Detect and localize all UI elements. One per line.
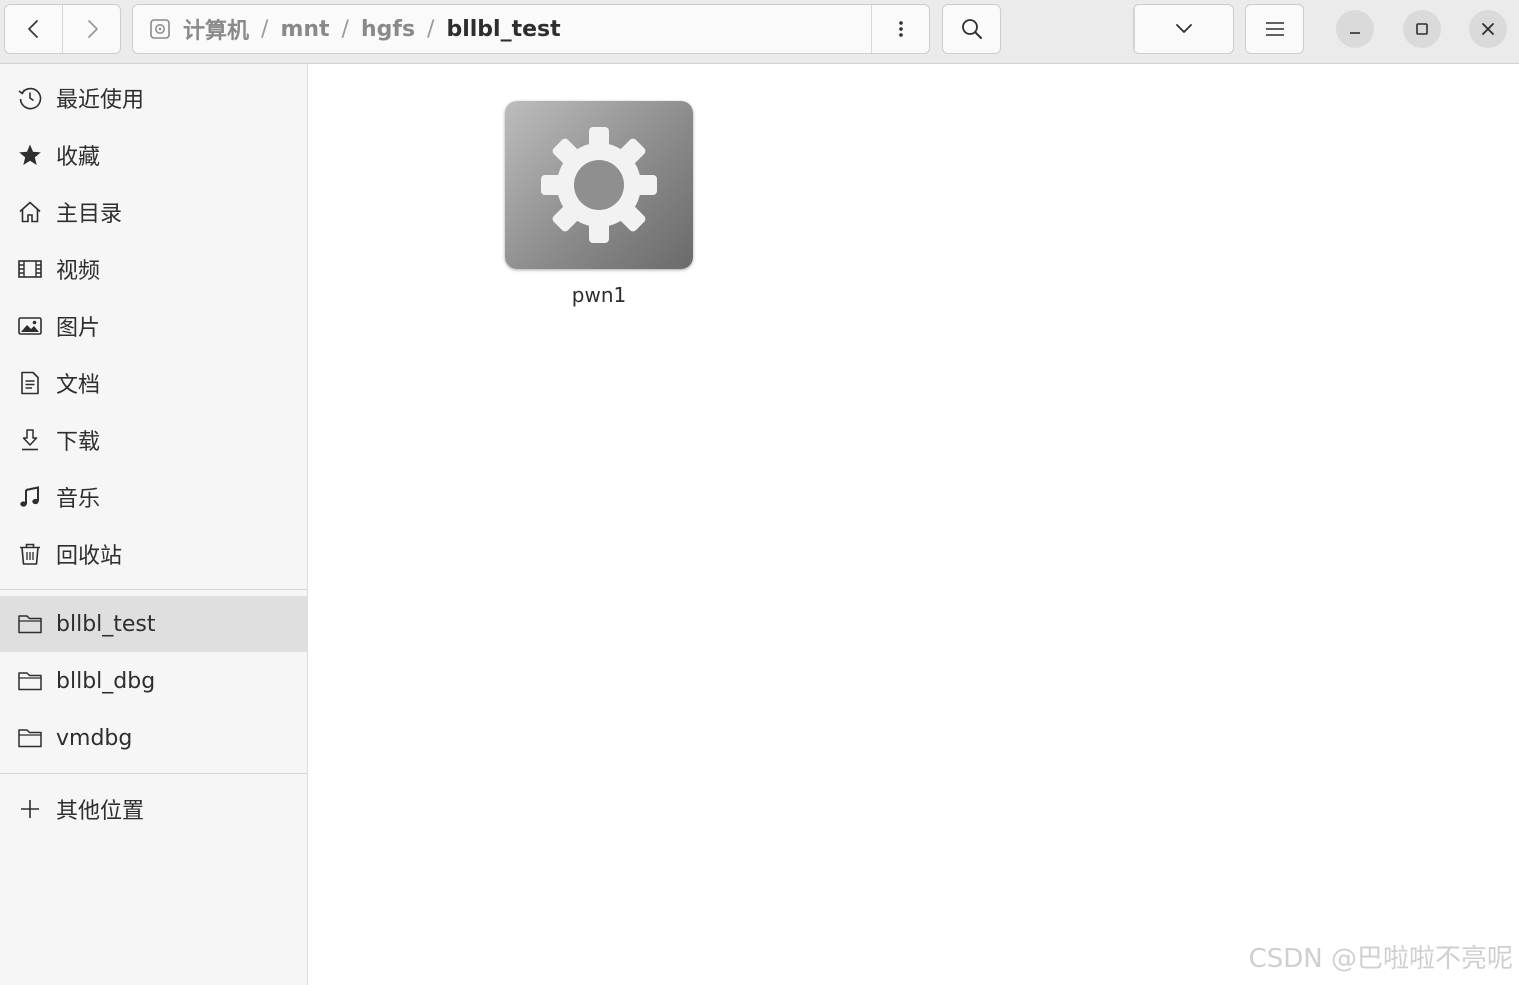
maximize-icon [1414, 21, 1430, 37]
music-icon [16, 483, 44, 511]
sidebar-item-recent[interactable]: 最近使用 [0, 70, 307, 126]
maximize-button[interactable] [1403, 10, 1441, 48]
file-view[interactable]: pwn1 CSDN @巴啦啦不亮呢 [309, 65, 1519, 985]
file-item-pwn1[interactable]: pwn1 [501, 101, 697, 307]
hamburger-icon [1265, 21, 1285, 37]
path-bar: 计算机 / mnt / hgfs / bllbl_test [132, 4, 930, 54]
plus-icon [16, 795, 44, 823]
sidebar-divider [0, 773, 307, 774]
sidebar-item-label: 文档 [56, 373, 101, 398]
sidebar-item-label: vmdbg [56, 725, 133, 751]
breadcrumb-separator: / [427, 16, 435, 42]
sidebar-item-videos[interactable]: 视频 [0, 241, 307, 297]
back-button[interactable] [5, 5, 62, 53]
breadcrumb-computer[interactable]: 计算机 [183, 13, 249, 45]
minimize-icon [1347, 21, 1363, 37]
sidebar-item-music[interactable]: 音乐 [0, 469, 307, 525]
path-menu-button[interactable] [871, 5, 929, 53]
sidebar-item-label: bllbl_dbg [56, 668, 156, 694]
main-menu-button[interactable] [1245, 4, 1304, 54]
sidebar-item-bllbl-dbg[interactable]: bllbl_dbg [0, 653, 307, 709]
view-switcher [1133, 4, 1234, 54]
breadcrumb: 计算机 / mnt / hgfs / bllbl_test [133, 5, 871, 53]
sidebar-item-label: 视频 [56, 259, 101, 284]
chevron-down-icon [1175, 23, 1193, 35]
chevron-left-icon [23, 18, 45, 40]
sidebar-item-label: 其他位置 [56, 799, 145, 824]
chevron-right-icon [81, 18, 103, 40]
sidebar-item-label: 图片 [56, 316, 101, 341]
breadcrumb-current-folder[interactable]: bllbl_test [446, 17, 560, 42]
breadcrumb-hgfs[interactable]: hgfs [361, 17, 415, 42]
navigation-buttons [4, 4, 121, 54]
folder-icon [16, 724, 44, 752]
search-button[interactable] [942, 4, 1001, 54]
sidebar-item-trash[interactable]: 回收站 [0, 526, 307, 582]
executable-gear-icon [505, 101, 693, 269]
close-icon [1480, 21, 1496, 37]
sidebar-item-label: 主目录 [56, 202, 123, 227]
sidebar-divider [0, 589, 307, 590]
sidebar-item-label: 收藏 [56, 145, 101, 170]
breadcrumb-separator: / [261, 16, 269, 42]
close-button[interactable] [1469, 10, 1507, 48]
watermark: CSDN @巴啦啦不亮呢 [1248, 944, 1513, 974]
sidebar-item-label: 最近使用 [56, 88, 145, 113]
home-icon [16, 198, 44, 226]
film-icon [16, 255, 44, 283]
folder-icon [16, 610, 44, 638]
star-icon [16, 141, 44, 169]
sidebar-item-label: 下载 [56, 430, 101, 455]
folder-icon [16, 667, 44, 695]
sidebar-item-home[interactable]: 主目录 [0, 184, 307, 240]
view-options-dropdown[interactable] [1134, 5, 1233, 53]
sidebar-item-label: 音乐 [56, 487, 101, 512]
sidebar-item-downloads[interactable]: 下载 [0, 412, 307, 468]
search-icon [960, 17, 984, 41]
breadcrumb-mnt[interactable]: mnt [280, 17, 329, 42]
header-bar: 计算机 / mnt / hgfs / bllbl_test [0, 0, 1519, 64]
breadcrumb-separator: / [341, 16, 349, 42]
sidebar-item-label: 回收站 [56, 544, 123, 569]
file-name: pwn1 [571, 283, 627, 307]
sidebar-item-pictures[interactable]: 图片 [0, 298, 307, 354]
sidebar-item-vmdbg[interactable]: vmdbg [0, 710, 307, 766]
trash-icon [16, 540, 44, 568]
sidebar: 最近使用 收藏 主目录 视频 图片 文档 下载 音乐 回收站 bllbl_tes… [0, 64, 308, 985]
drive-icon [149, 18, 171, 40]
sidebar-item-label: bllbl_test [56, 611, 156, 637]
picture-icon [16, 312, 44, 340]
sidebar-item-bllbl-test[interactable]: bllbl_test [0, 596, 307, 652]
download-icon [16, 426, 44, 454]
document-icon [16, 369, 44, 397]
minimize-button[interactable] [1336, 10, 1374, 48]
sidebar-item-other-locations[interactable]: 其他位置 [0, 781, 307, 837]
clock-icon [16, 84, 44, 112]
sidebar-item-starred[interactable]: 收藏 [0, 127, 307, 183]
vertical-dots-icon [898, 19, 904, 39]
sidebar-item-documents[interactable]: 文档 [0, 355, 307, 411]
forward-button[interactable] [62, 5, 120, 53]
